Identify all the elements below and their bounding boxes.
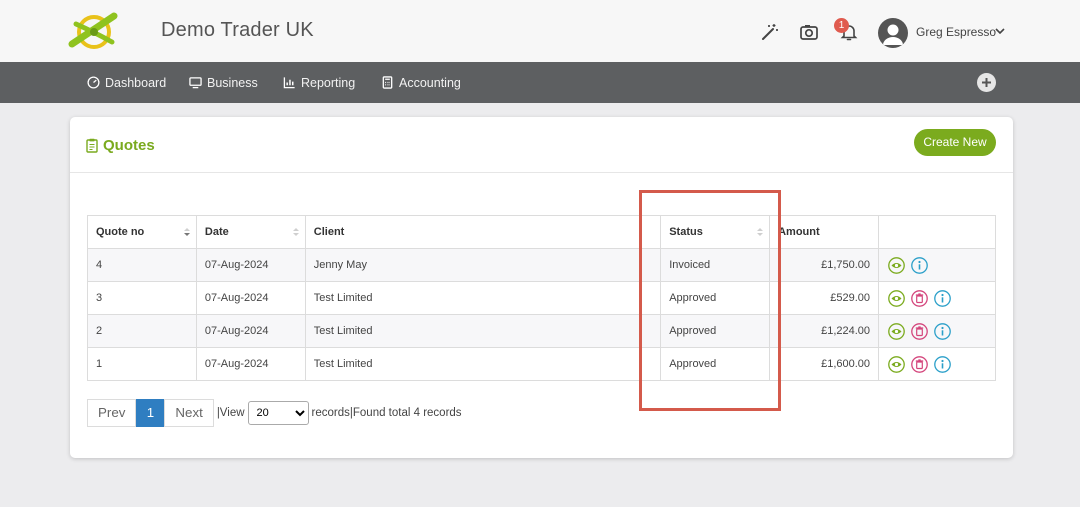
divider <box>70 172 1013 173</box>
dashboard-icon <box>87 76 100 89</box>
user-icon <box>883 24 903 45</box>
column-header-label: Status <box>669 226 703 238</box>
brand-name: Demo Trader UK <box>161 19 314 41</box>
cell-amount: £1,600.00 <box>769 347 880 381</box>
plus-icon <box>982 78 991 87</box>
logo-icon <box>68 12 118 49</box>
cell-amount: £1,750.00 <box>769 248 880 282</box>
cell-status: Approved <box>660 314 771 348</box>
cell-actions <box>878 248 996 282</box>
cell-quote-no: 1 <box>87 347 197 381</box>
cell-date: 07-Aug-2024 <box>195 314 306 348</box>
cell-quote-no: 3 <box>87 281 197 315</box>
eye-icon[interactable] <box>887 256 906 275</box>
chevron-down-icon[interactable] <box>995 27 1005 35</box>
records-label: records <box>311 407 350 419</box>
nav-label: Dashboard <box>105 75 167 90</box>
cell-actions <box>878 314 996 348</box>
cell-status: Approved <box>660 347 771 381</box>
column-header-quote-no[interactable]: Quote no <box>87 215 197 249</box>
records-found-text: |Found total 4 records <box>349 407 462 419</box>
cell-date: 07-Aug-2024 <box>195 248 306 282</box>
page-1-button[interactable]: 1 <box>136 399 165 427</box>
view-label: |View <box>216 407 245 419</box>
table-header-row: Quote no Date Client Status Amount <box>87 215 996 249</box>
trash-icon[interactable] <box>910 289 929 308</box>
column-header-label: Date <box>204 226 229 238</box>
nav-item-business[interactable]: Business <box>189 62 258 103</box>
cell-client: Test Limited <box>304 281 662 315</box>
column-header-status[interactable]: Status <box>660 215 771 249</box>
column-header-actions <box>878 215 996 249</box>
column-header-amount[interactable]: Amount <box>769 215 880 249</box>
camera-icon[interactable] <box>799 22 819 42</box>
cell-quote-no: 2 <box>87 314 197 348</box>
column-header-client[interactable]: Client <box>304 215 662 249</box>
table-row: 3 07-Aug-2024 Test Limited Approved £529.00 <box>87 281 996 315</box>
info-icon[interactable] <box>910 256 929 275</box>
column-header-date[interactable]: Date <box>195 215 306 249</box>
quotes-table: Quote no Date Client Status Amount 4 07-A… <box>87 215 996 381</box>
cell-amount: £1,224.00 <box>769 314 880 348</box>
eye-icon[interactable] <box>887 289 906 308</box>
nav-add-button[interactable] <box>977 73 996 92</box>
table-row: 1 07-Aug-2024 Test Limited Approved £1,600.0… <box>87 347 996 381</box>
page-size-select[interactable]: 20 <box>247 401 309 425</box>
cell-quote-no: 4 <box>87 248 197 282</box>
cell-client: Test Limited <box>304 314 662 348</box>
pagination: Prev 1 Next |View 20 records |Found tota… <box>87 399 462 427</box>
trash-icon[interactable] <box>910 355 929 374</box>
magic-wand-icon[interactable] <box>760 22 780 42</box>
sort-icon <box>292 228 299 236</box>
eye-icon[interactable] <box>887 355 906 374</box>
cell-client: Jenny May <box>304 248 662 282</box>
main-nav: Dashboard Business Reporting Accounting <box>0 62 1080 103</box>
info-icon[interactable] <box>933 289 952 308</box>
column-header-label: Amount <box>778 226 820 238</box>
nav-label: Accounting <box>399 75 461 90</box>
user-name[interactable]: Greg Espresso <box>916 25 996 39</box>
cell-status: Invoiced <box>660 248 771 282</box>
column-header-label: Quote no <box>96 226 145 238</box>
cell-status: Approved <box>660 281 771 315</box>
chart-icon <box>283 77 295 89</box>
next-page-button[interactable]: Next <box>164 399 214 427</box>
sort-icon <box>757 228 764 236</box>
avatar[interactable] <box>878 18 908 48</box>
prev-page-button[interactable]: Prev <box>87 399 137 427</box>
quotes-card: Quotes Create New Quote no Date Client S… <box>70 117 1013 458</box>
cell-date: 07-Aug-2024 <box>195 347 306 381</box>
top-bar: Demo Trader UK 1 Greg Espresso <box>0 0 1080 62</box>
cell-client: Test Limited <box>304 347 662 381</box>
column-header-label: Client <box>313 226 345 238</box>
info-icon[interactable] <box>933 322 952 341</box>
nav-label: Reporting <box>301 75 356 90</box>
notification-badge: 1 <box>834 18 849 33</box>
clipboard-icon <box>86 138 98 153</box>
nav-item-reporting[interactable]: Reporting <box>283 62 355 103</box>
cell-amount: £529.00 <box>769 281 880 315</box>
eye-icon[interactable] <box>887 322 906 341</box>
create-new-button[interactable]: Create New <box>914 129 996 156</box>
table-row: 4 07-Aug-2024 Jenny May Invoiced £1,750.00 <box>87 248 996 282</box>
info-icon[interactable] <box>933 355 952 374</box>
cell-actions <box>878 347 996 381</box>
cell-actions <box>878 281 996 315</box>
table-row: 2 07-Aug-2024 Test Limited Approved £1,224.0… <box>87 314 996 348</box>
page-title-text: Quotes <box>103 137 155 154</box>
cell-date: 07-Aug-2024 <box>195 281 306 315</box>
nav-label: Business <box>207 75 258 90</box>
sort-desc-icon <box>183 228 190 236</box>
page-title: Quotes <box>86 137 155 154</box>
trash-icon[interactable] <box>910 322 929 341</box>
nav-item-accounting[interactable]: Accounting <box>381 62 461 103</box>
monitor-icon <box>189 77 202 89</box>
calculator-icon <box>382 76 393 89</box>
nav-item-dashboard[interactable]: Dashboard <box>87 62 166 103</box>
